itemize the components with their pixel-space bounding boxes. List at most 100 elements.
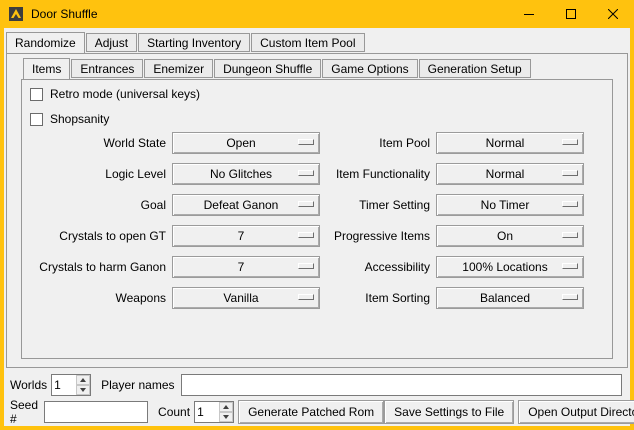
up-arrow-icon xyxy=(223,405,229,409)
dropdown-progressive-items[interactable]: On xyxy=(436,225,584,247)
tab-custom-item-pool[interactable]: Custom Item Pool xyxy=(251,33,364,52)
setting-label-crystals-harm-ganon: Crystals to harm Ganon xyxy=(26,260,166,274)
dropdown-weapons[interactable]: Vanilla xyxy=(172,287,320,309)
worlds-spin-up-button[interactable] xyxy=(76,375,90,385)
down-arrow-icon xyxy=(80,388,86,392)
worlds-spinbox[interactable] xyxy=(51,374,91,396)
checkbox-label: Shopsanity xyxy=(50,112,109,126)
save-settings-button[interactable]: Save Settings to File xyxy=(384,400,514,424)
count-input[interactable] xyxy=(195,402,219,422)
dropdown-value: Vanilla xyxy=(223,291,268,305)
close-icon xyxy=(608,9,618,19)
window: Door Shuffle Randomize Adjust Starting I… xyxy=(0,0,634,430)
dropdown-indicator-icon xyxy=(562,139,578,145)
dropdown-accessibility[interactable]: 100% Locations xyxy=(436,256,584,278)
dropdown-indicator-icon xyxy=(562,170,578,176)
setting-label-item-pool: Item Pool xyxy=(326,136,430,150)
tab-randomize[interactable]: Randomize xyxy=(6,32,85,53)
setting-label-logic-level: Logic Level xyxy=(26,167,166,181)
worlds-label: Worlds xyxy=(10,378,47,392)
dropdown-goal[interactable]: Defeat Ganon xyxy=(172,194,320,216)
maximize-button[interactable] xyxy=(550,0,592,28)
up-arrow-icon xyxy=(80,378,86,382)
dropdown-value: Normal xyxy=(486,136,535,150)
setting-label-accessibility: Accessibility xyxy=(326,260,430,274)
outer-tab-bar: Randomize Adjust Starting Inventory Cust… xyxy=(6,32,366,52)
tab-adjust[interactable]: Adjust xyxy=(86,33,137,52)
tab-entrances[interactable]: Entrances xyxy=(71,59,143,78)
dropdown-value: No Glitches xyxy=(210,167,282,181)
worlds-spin-buttons xyxy=(76,375,90,395)
count-spin-down-button[interactable] xyxy=(219,412,233,422)
tab-dungeon-shuffle[interactable]: Dungeon Shuffle xyxy=(214,59,321,78)
down-arrow-icon xyxy=(223,415,229,419)
checkbox-label: Retro mode (universal keys) xyxy=(50,87,200,101)
tab-starting-inventory[interactable]: Starting Inventory xyxy=(138,33,250,52)
randomize-panel: Items Entrances Enemizer Dungeon Shuffle… xyxy=(6,53,628,368)
checkbox-box-icon[interactable] xyxy=(30,88,43,101)
dropdown-crystals-open-gt[interactable]: 7 xyxy=(172,225,320,247)
dropdown-world-state[interactable]: Open xyxy=(172,132,320,154)
setting-label-world-state: World State xyxy=(26,136,166,150)
setting-label-progressive-items: Progressive Items xyxy=(326,229,430,243)
dropdown-indicator-icon xyxy=(298,139,314,145)
maximize-icon xyxy=(566,9,576,19)
dropdown-value: Balanced xyxy=(480,291,540,305)
count-spin-buttons xyxy=(219,402,233,422)
dropdown-value: 100% Locations xyxy=(462,260,557,274)
footer-row-2: Seed # Count Generate Patched Rom Save S… xyxy=(10,400,622,424)
dropdown-item-pool[interactable]: Normal xyxy=(436,132,584,154)
dropdown-indicator-icon xyxy=(298,201,314,207)
dropdown-indicator-icon xyxy=(562,232,578,238)
tab-generation-setup[interactable]: Generation Setup xyxy=(419,59,531,78)
window-title: Door Shuffle xyxy=(31,7,98,21)
dropdown-value: Defeat Ganon xyxy=(204,198,289,212)
dropdown-indicator-icon xyxy=(298,232,314,238)
setting-label-weapons: Weapons xyxy=(26,291,166,305)
window-controls xyxy=(508,0,634,28)
tab-enemizer[interactable]: Enemizer xyxy=(144,59,213,78)
titlebar: Door Shuffle xyxy=(0,0,634,28)
setting-label-item-sorting: Item Sorting xyxy=(326,291,430,305)
window-content: Randomize Adjust Starting Inventory Cust… xyxy=(4,28,630,426)
tab-game-options[interactable]: Game Options xyxy=(322,59,417,78)
dropdown-crystals-harm-ganon[interactable]: 7 xyxy=(172,256,320,278)
checkbox-box-icon[interactable] xyxy=(30,113,43,126)
dropdown-timer-setting[interactable]: No Timer xyxy=(436,194,584,216)
checkbox-retro-mode[interactable]: Retro mode (universal keys) xyxy=(30,87,200,101)
dropdown-indicator-icon xyxy=(562,201,578,207)
setting-label-timer-setting: Timer Setting xyxy=(326,198,430,212)
worlds-spin-down-button[interactable] xyxy=(76,385,90,395)
minimize-button[interactable] xyxy=(508,0,550,28)
count-spin-up-button[interactable] xyxy=(219,402,233,412)
dropdown-value: 7 xyxy=(238,229,255,243)
footer-row-1: Worlds Player names xyxy=(10,374,622,396)
dropdown-value: Open xyxy=(226,136,265,150)
setting-label-item-functionality: Item Functionality xyxy=(326,167,430,181)
dropdown-indicator-icon xyxy=(298,263,314,269)
dropdown-value: 7 xyxy=(238,260,255,274)
close-button[interactable] xyxy=(592,0,634,28)
tab-items[interactable]: Items xyxy=(23,58,70,79)
count-spinbox[interactable] xyxy=(194,401,234,423)
items-panel: Retro mode (universal keys) Shopsanity W… xyxy=(21,79,613,359)
dropdown-item-sorting[interactable]: Balanced xyxy=(436,287,584,309)
dropdown-logic-level[interactable]: No Glitches xyxy=(172,163,320,185)
dropdown-indicator-icon xyxy=(298,170,314,176)
checkbox-shopsanity[interactable]: Shopsanity xyxy=(30,112,109,126)
setting-label-goal: Goal xyxy=(26,198,166,212)
player-names-input[interactable] xyxy=(181,374,623,396)
app-icon xyxy=(8,6,24,22)
open-output-directory-button[interactable]: Open Output Directory xyxy=(518,400,634,424)
minimize-icon xyxy=(524,9,534,19)
seed-input[interactable] xyxy=(44,401,148,423)
generate-patched-rom-button[interactable]: Generate Patched Rom xyxy=(238,400,384,424)
count-label: Count xyxy=(158,405,190,419)
dropdown-value: Normal xyxy=(486,167,535,181)
dropdown-value: No Timer xyxy=(481,198,540,212)
setting-label-crystals-open-gt: Crystals to open GT xyxy=(26,229,166,243)
dropdown-item-functionality[interactable]: Normal xyxy=(436,163,584,185)
dropdown-indicator-icon xyxy=(562,263,578,269)
worlds-input[interactable] xyxy=(52,375,76,395)
seed-label: Seed # xyxy=(10,398,38,426)
